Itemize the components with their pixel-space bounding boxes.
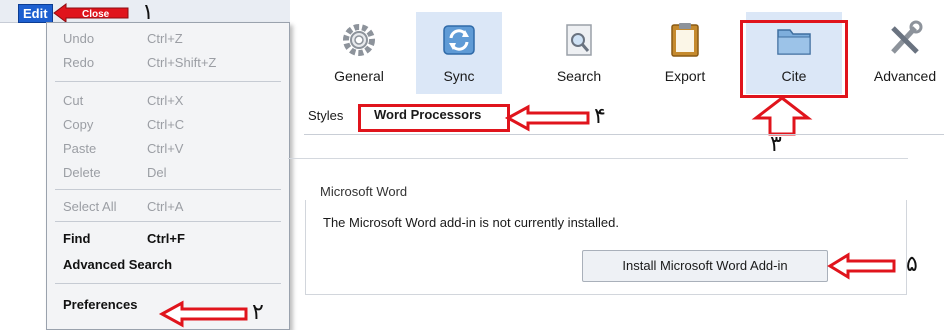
menu-item-paste[interactable]: Paste Ctrl+V [47,137,289,161]
menu-separator [55,221,281,222]
annotation-number-3: ۳ [770,132,782,157]
menu-item-select-all[interactable]: Select All Ctrl+A [47,195,289,219]
install-word-addin-button[interactable]: Install Microsoft Word Add-in [582,250,828,282]
toolbar-label: Search [556,68,602,84]
annotation-number-5: ۵ [906,252,918,277]
annotation-highlight-cite [740,20,848,98]
annotation-highlight-word-processors [358,104,510,132]
toolbar-sync-button[interactable]: Sync [416,12,502,94]
menu-item-redo[interactable]: Redo Ctrl+Shift+Z [47,51,289,75]
search-icon [566,24,592,56]
menu-separator [55,189,281,190]
gear-icon [343,24,375,56]
group-label: Microsoft Word [320,184,408,199]
tools-icon [891,20,923,54]
annotation-arrow-1: Close [53,3,129,23]
toolbar-general-button[interactable]: General [316,12,402,94]
menu-item-undo[interactable]: Undo Ctrl+Z [47,27,289,51]
menu-edit[interactable]: Edit [18,4,53,23]
menu-separator [55,283,281,284]
annotation-arrow-4 [504,104,590,132]
menu-item-cut[interactable]: Cut Ctrl+X [47,89,289,113]
toolbar-label: General [334,68,384,84]
divider [288,158,908,159]
toolbar-advanced-button[interactable]: Advanced [862,12,948,94]
menu-separator [55,81,281,82]
toolbar-label: Export [664,68,706,84]
close-label: Close [82,9,110,20]
annotation-arrow-2 [158,300,248,328]
menu-item-advanced-search[interactable]: Advanced Search [47,253,289,277]
toolbar-label: Advanced [873,68,937,84]
clipboard-icon [671,23,699,57]
toolbar-label: Sync [443,68,475,84]
annotation-number-4: ۴ [594,104,606,129]
tab-styles[interactable]: Styles [308,108,343,123]
annotation-arrow-5 [827,252,896,280]
menu-item-find[interactable]: Find Ctrl+F [47,227,289,251]
edit-dropdown-menu: Undo Ctrl+Z Redo Ctrl+Shift+Z Cut Ctrl+X Co… [46,22,290,330]
sync-icon [443,25,475,55]
toolbar-export-button[interactable]: Export [642,12,728,94]
toolbar-search-button[interactable]: Search [536,12,622,94]
menu-item-copy[interactable]: Copy Ctrl+C [47,113,289,137]
plugin-status-text: The Microsoft Word add-in is not current… [323,215,619,230]
annotation-number-2: ۲ [252,300,264,325]
menu-item-delete[interactable]: Delete Del [47,161,289,185]
